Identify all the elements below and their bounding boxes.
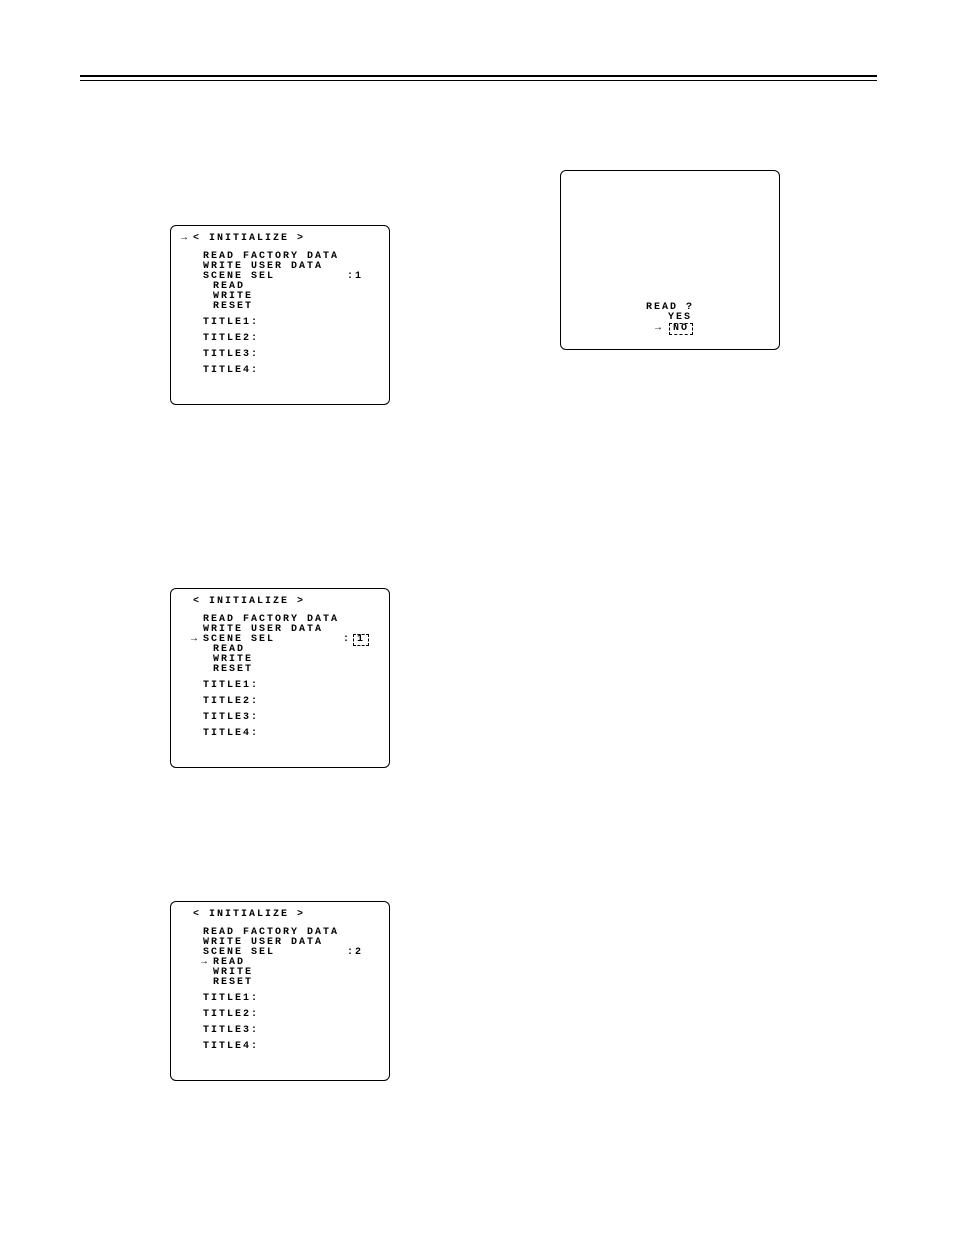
menu-item-title1[interactable]: TITLE1:	[191, 681, 379, 691]
menu-title: < INITIALIZE >	[193, 234, 305, 244]
menu-item-label: RESET	[213, 665, 253, 675]
arrow-right-icon: →	[181, 234, 193, 244]
confirm-no[interactable]: → NO	[647, 323, 693, 335]
menu-title: < INITIALIZE >	[193, 910, 305, 920]
confirm-panel: READ ? YES → NO	[560, 170, 780, 350]
scene-sel-value: 1	[353, 634, 369, 646]
confirm-yes-label: YES	[668, 313, 692, 323]
menu-item-reset[interactable]: RESET	[201, 302, 379, 312]
scene-sel-value: :2	[347, 948, 363, 958]
confirm-no-label: NO	[669, 323, 693, 335]
menu-item-label: RESET	[213, 978, 253, 988]
menu-item-label: TITLE2:	[203, 1010, 259, 1020]
menu-item-label: TITLE3:	[203, 1026, 259, 1036]
menu-item-label: TITLE3:	[203, 350, 259, 360]
menu-item-title4[interactable]: TITLE4:	[191, 729, 379, 739]
menu-item-label: TITLE3:	[203, 713, 259, 723]
menu-item-title3[interactable]: TITLE3:	[191, 1026, 379, 1036]
horizontal-rule-thin	[80, 80, 877, 81]
menu-item-reset[interactable]: RESET	[201, 978, 379, 988]
menu-item-title4[interactable]: TITLE4:	[191, 366, 379, 376]
menu-title-row: < INITIALIZE >	[181, 910, 379, 920]
menu-item-label: TITLE4:	[203, 1042, 259, 1052]
menu-panel-2: < INITIALIZE > READ FACTORY DATA WRITE U…	[170, 588, 390, 768]
menu-item-reset[interactable]: RESET	[201, 665, 379, 675]
menu-item-title2[interactable]: TITLE2:	[191, 697, 379, 707]
menu-title: < INITIALIZE >	[193, 597, 305, 607]
menu-panel-3: < INITIALIZE > READ FACTORY DATA WRITE U…	[170, 901, 390, 1081]
horizontal-rule-thick	[80, 75, 877, 77]
arrow-right-icon: →	[647, 324, 667, 334]
menu-item-label: TITLE2:	[203, 334, 259, 344]
menu-item-label: TITLE4:	[203, 366, 259, 376]
menu-item-title1[interactable]: TITLE1:	[191, 994, 379, 1004]
menu-item-label: TITLE1:	[203, 994, 259, 1004]
menu-item-title4[interactable]: TITLE4:	[191, 1042, 379, 1052]
scene-sel-value: :1	[347, 272, 363, 282]
menu-item-label: TITLE1:	[203, 681, 259, 691]
menu-item-label: TITLE2:	[203, 697, 259, 707]
menu-item-title1[interactable]: TITLE1:	[191, 318, 379, 328]
menu-item-title3[interactable]: TITLE3:	[191, 713, 379, 723]
menu-item-label: TITLE1:	[203, 318, 259, 328]
menu-item-title3[interactable]: TITLE3:	[191, 350, 379, 360]
menu-title-row: < INITIALIZE >	[181, 597, 379, 607]
menu-item-label: RESET	[213, 302, 253, 312]
confirm-yes[interactable]: YES	[648, 313, 692, 323]
menu-item-title2[interactable]: TITLE2:	[191, 334, 379, 344]
menu-title-row: → < INITIALIZE >	[181, 234, 379, 244]
menu-item-title2[interactable]: TITLE2:	[191, 1010, 379, 1020]
arrow-right-icon: →	[201, 958, 213, 968]
menu-panel-1: → < INITIALIZE > READ FACTORY DATA WRITE…	[170, 225, 390, 405]
arrow-right-icon: →	[191, 635, 203, 645]
menu-item-label: TITLE4:	[203, 729, 259, 739]
